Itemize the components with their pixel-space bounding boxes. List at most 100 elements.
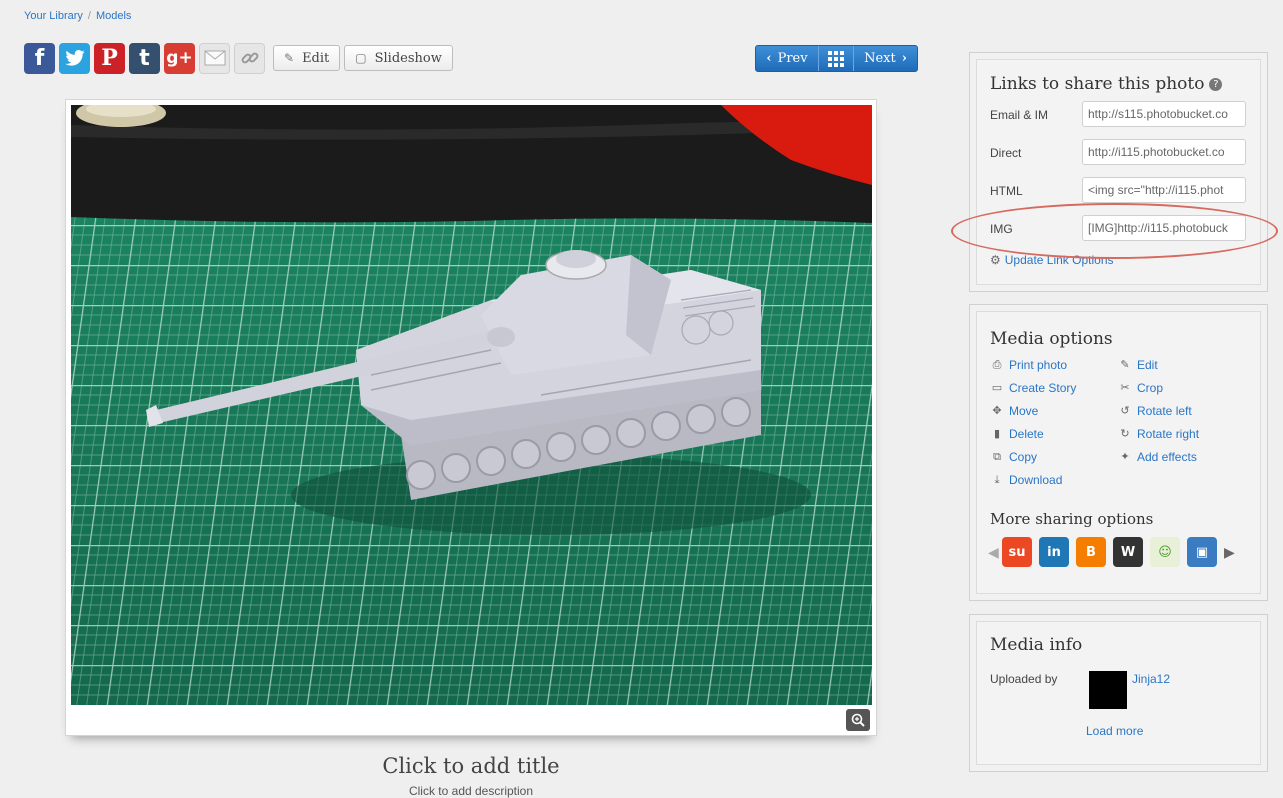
copy-label: Copy [1009,449,1038,464]
facebook-share-button[interactable]: f [24,42,55,74]
links-panel-title: Links to share this photo? [990,74,1223,94]
media-options-title: Media options [990,329,1113,349]
update-link-options-label: Update Link Options [1004,253,1114,267]
create-story-label: Create Story [1009,380,1077,395]
facebook-icon: f [34,45,45,71]
prev-label: Prev [777,51,808,66]
scroll-right-arrow-icon[interactable]: ▶ [1224,544,1238,561]
photo-title[interactable]: Click to add title [65,754,877,778]
more-sharing-row: ◀ su in B W ☺ ▣ ▶ [988,537,1238,567]
uploaded-by-label: Uploaded by [990,672,1058,686]
rotate-left-icon: ↺ [1120,404,1130,417]
stumbleupon-icon[interactable]: su [1002,537,1032,567]
slideshow-icon: ▢ [355,51,367,65]
blogger-icon[interactable]: B [1076,537,1106,567]
breadcrumb-your-library[interactable]: Your Library [24,10,83,22]
share-toolbar: f P t g+ ✎ Edit ▢ Slideshow [24,42,453,74]
help-icon[interactable]: ? [1209,78,1223,91]
tumblr-share-button[interactable]: t [129,42,160,74]
download-label: Download [1009,472,1063,487]
move-label: Move [1009,403,1039,418]
breadcrumb: Your Library / Models [24,10,131,22]
pinterest-icon: P [101,45,118,71]
rotate-right-option[interactable]: ↻ Rotate right [1118,425,1248,442]
chevron-left-icon: ‹ [766,51,772,66]
delete-option[interactable]: ▮ Delete [990,425,1118,442]
edit-button[interactable]: ✎ Edit [273,45,341,71]
rotate-right-icon: ↻ [1120,427,1130,440]
email-share-button[interactable] [199,42,230,74]
more-sharing-title: More sharing options [990,510,1154,528]
slideshow-button-label: Slideshow [374,50,442,66]
links-panel-title-text: Links to share this photo [990,74,1205,94]
edit-option[interactable]: ✎ Edit [1118,356,1248,373]
photo-frame [65,99,877,736]
next-label: Next [864,51,896,66]
grid-view-button[interactable] [818,46,854,71]
google-plus-icon: g+ [166,48,193,68]
email-im-link-input[interactable]: http://s115.photobucket.co [1082,101,1246,127]
link-icon [241,52,258,64]
tank-model-photo [71,105,872,705]
media-info-title: Media info [990,635,1083,655]
links-panel: Links to share this photo? Email & IM ht… [969,52,1268,292]
pencil-icon: ✎ [284,51,295,65]
move-icon: ✥ [992,404,1002,417]
chevron-right-icon: › [901,51,907,66]
tumblr-icon: t [139,45,150,71]
slideshow-button[interactable]: ▢ Slideshow [344,45,453,71]
twitter-icon [64,50,85,66]
direct-link-input[interactable]: http://i115.photobucket.co [1082,139,1246,165]
copy-icon: ⧉ [993,449,1001,463]
edit-option-label: Edit [1137,357,1158,372]
delete-label: Delete [1009,426,1044,441]
uploader-link[interactable]: Jinja12 [1132,672,1170,686]
google-plus-share-button[interactable]: g+ [164,42,195,74]
img-link-input[interactable]: [IMG]http://i115.photobuck [1082,215,1246,241]
avatar[interactable] [1089,671,1127,709]
zoom-button[interactable] [846,709,870,731]
scroll-left-arrow-icon[interactable]: ◀ [988,544,1002,561]
trash-icon: ▮ [993,427,1001,440]
pinterest-share-button[interactable]: P [94,42,125,74]
zoom-in-icon [851,713,865,727]
main-photo[interactable] [71,105,872,705]
edit-icon: ✎ [1120,358,1130,371]
copy-link-button[interactable] [234,42,265,74]
add-effects-option[interactable]: ✦ Add effects [1118,448,1248,465]
rotate-left-label: Rotate left [1137,403,1192,418]
envelope-icon [204,50,225,66]
twitter-share-button[interactable] [59,42,90,74]
rotate-right-label: Rotate right [1137,426,1200,441]
email-im-label: Email & IM [990,108,1049,122]
media-options-panel: Media options ⎙ Print photo ✎ Edit ▭ Create… [969,304,1268,601]
crop-option[interactable]: ✂ Crop [1118,379,1248,396]
grid-icon [828,50,844,67]
effects-icon: ✦ [1120,450,1130,463]
wordpress-icon[interactable]: W [1113,537,1143,567]
prev-button[interactable]: ‹ Prev [756,46,818,71]
photo-description[interactable]: Click to add description [65,784,877,798]
linkedin-icon[interactable]: in [1039,537,1069,567]
myspace-icon[interactable]: ▣ [1187,537,1217,567]
crop-icon: ✂ [1120,381,1130,394]
load-more-link[interactable]: Load more [1086,724,1143,738]
gear-icon: ⚙ [990,253,1001,267]
html-link-input[interactable]: <img src="http://i115.phot [1082,177,1246,203]
rotate-left-option[interactable]: ↺ Rotate left [1118,402,1248,419]
photo-title-area: Click to add title Click to add descript… [65,754,877,798]
print-photo-option[interactable]: ⎙ Print photo [990,356,1118,373]
create-story-option[interactable]: ▭ Create Story [990,379,1118,396]
move-option[interactable]: ✥ Move [990,402,1118,419]
next-button[interactable]: Next › [854,46,917,71]
breadcrumb-models[interactable]: Models [96,10,131,22]
download-option[interactable]: ⤓ Download [990,471,1118,488]
print-photo-label: Print photo [1009,357,1068,372]
breadcrumb-separator: / [87,10,91,22]
img-label: IMG [990,222,1013,236]
crop-label: Crop [1137,380,1164,395]
html-label: HTML [990,184,1023,198]
update-link-options[interactable]: ⚙ Update Link Options [990,253,1114,267]
copy-option[interactable]: ⧉ Copy [990,448,1118,465]
messenger-icon[interactable]: ☺ [1150,537,1180,567]
